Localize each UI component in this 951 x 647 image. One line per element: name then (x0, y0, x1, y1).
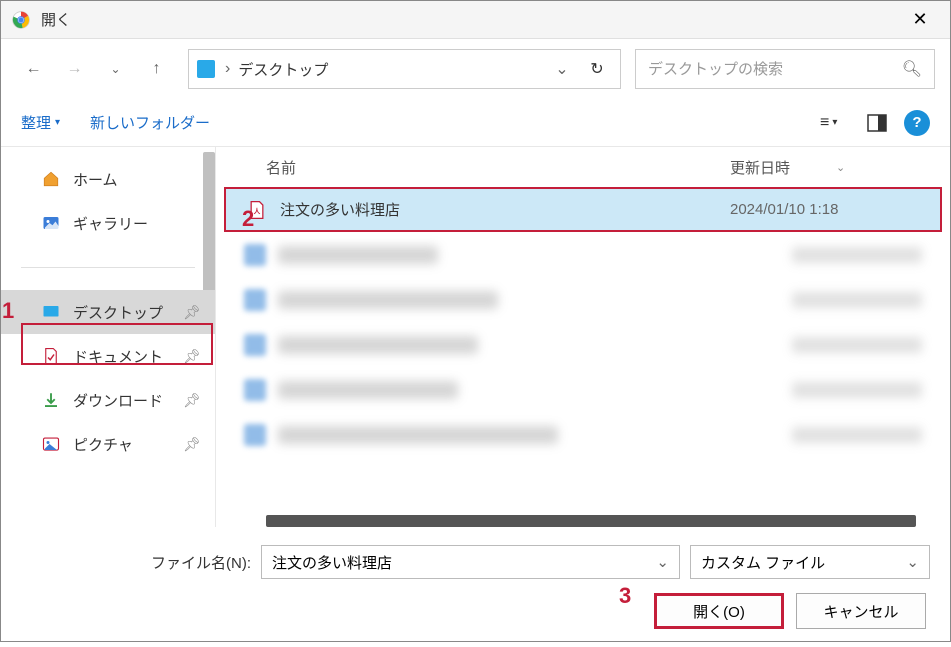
navigation-bar: ← → ⌄ ↑ › デスクトップ ⌄ ↻ 🔍︎ (1, 39, 950, 99)
sidebar-item-pictures[interactable]: ピクチャ 📌︎ (1, 422, 215, 466)
back-button[interactable]: ← (16, 52, 51, 87)
svg-text:人: 人 (254, 206, 261, 215)
pin-icon: 📌︎ (183, 348, 201, 365)
file-row-blurred (224, 322, 942, 367)
column-date-label: 更新日時 (730, 157, 790, 178)
up-button[interactable]: ↑ (139, 52, 174, 87)
horizontal-scrollbar[interactable] (266, 515, 916, 527)
gallery-icon (41, 213, 61, 233)
open-button[interactable]: 開く(O) (654, 593, 784, 629)
close-button[interactable]: ✕ (900, 1, 940, 39)
chrome-icon (11, 10, 31, 30)
home-icon (41, 169, 61, 189)
sidebar-item-desktop[interactable]: デスクトップ 📌︎ (1, 290, 215, 334)
file-name: 注文の多い料理店 (280, 199, 730, 220)
annotation-callout: 1 (2, 298, 14, 324)
toolbar: 整理 ▾ 新しいフォルダー ≡ ▾ ? (1, 99, 950, 147)
footer: ファイル名(N): 注文の多い料理店 ⌄ カスタム ファイル ⌄ 開く(O) キ… (1, 527, 950, 647)
desktop-icon (41, 302, 61, 322)
file-row-blurred (224, 367, 942, 412)
sidebar-item-documents[interactable]: ドキュメント 📌︎ (1, 334, 215, 378)
titlebar: 開く ✕ (1, 1, 950, 39)
breadcrumb-dropdown[interactable]: ⌄ (547, 59, 577, 79)
new-folder-label: 新しいフォルダー (90, 112, 210, 133)
pin-icon: 📌︎ (183, 392, 201, 409)
window-title: 開く (41, 9, 900, 30)
filetype-value: カスタム ファイル (701, 552, 825, 573)
sidebar-item-label: ピクチャ (73, 434, 133, 455)
pin-icon: 📌︎ (183, 304, 201, 321)
filename-label: ファイル名(N): (151, 552, 251, 573)
filetype-dropdown-icon[interactable]: ⌄ (906, 553, 919, 571)
new-folder-button[interactable]: 新しいフォルダー (90, 112, 210, 133)
sidebar-item-label: ギャラリー (73, 213, 148, 234)
sidebar: ホーム ギャラリー デスクトップ 📌︎ ドキュ (1, 147, 216, 527)
main-area: ホーム ギャラリー デスクトップ 📌︎ ドキュ (1, 147, 950, 527)
filename-value: 注文の多い料理店 (272, 552, 392, 573)
sidebar-item-downloads[interactable]: ダウンロード 📌︎ (1, 378, 215, 422)
file-row-blurred (224, 412, 942, 457)
forward-button[interactable]: → (57, 52, 92, 87)
file-row[interactable]: 人 注文の多い料理店 2024/01/10 1:18 (224, 187, 942, 232)
breadcrumb[interactable]: › デスクトップ ⌄ ↻ (188, 49, 621, 89)
refresh-button[interactable]: ↻ (582, 59, 612, 79)
annotation-callout: 2 (242, 206, 254, 232)
sidebar-item-label: ドキュメント (73, 346, 163, 367)
view-menu-button[interactable]: ≡ ▾ (820, 114, 850, 132)
button-row: 開く(O) キャンセル (21, 593, 930, 629)
download-icon (41, 390, 61, 410)
sidebar-item-home[interactable]: ホーム (1, 157, 215, 201)
file-area: 名前 更新日時 ⌄ 人 注文の多い料理店 2024/01/10 1:18 (216, 147, 950, 527)
file-row-blurred (224, 277, 942, 322)
recent-dropdown[interactable]: ⌄ (98, 52, 133, 87)
desktop-icon (197, 60, 215, 78)
filename-input[interactable]: 注文の多い料理店 ⌄ (261, 545, 680, 579)
breadcrumb-location: デスクトップ (238, 59, 547, 80)
cancel-button[interactable]: キャンセル (796, 593, 926, 629)
filename-row: ファイル名(N): 注文の多い料理店 ⌄ カスタム ファイル ⌄ (21, 545, 930, 579)
search-box[interactable]: 🔍︎ (635, 49, 935, 89)
organize-button[interactable]: 整理 ▾ (21, 112, 60, 133)
column-date[interactable]: 更新日時 ⌄ (730, 157, 930, 178)
sidebar-divider (21, 267, 195, 268)
sidebar-item-label: ダウンロード (73, 390, 163, 411)
file-list: 人 注文の多い料理店 2024/01/10 1:18 (216, 187, 950, 527)
picture-icon (41, 434, 61, 454)
search-input[interactable] (648, 61, 902, 78)
column-name[interactable]: 名前 (266, 157, 730, 178)
file-date: 2024/01/10 1:18 (730, 201, 920, 218)
organize-label: 整理 (21, 112, 51, 133)
sort-indicator-icon: ⌄ (836, 161, 845, 174)
sidebar-item-gallery[interactable]: ギャラリー (1, 201, 215, 245)
sidebar-item-label: ホーム (73, 169, 118, 190)
dropdown-icon: ▾ (55, 117, 60, 128)
help-button[interactable]: ? (904, 110, 930, 136)
pin-icon: 📌︎ (183, 436, 201, 453)
file-list-header: 名前 更新日時 ⌄ (216, 147, 950, 187)
preview-pane-button[interactable] (865, 111, 889, 135)
document-icon (41, 346, 61, 366)
sidebar-item-label: デスクトップ (73, 302, 163, 323)
annotation-callout: 3 (619, 583, 631, 609)
search-icon[interactable]: 🔍︎ (902, 59, 922, 79)
breadcrumb-separator: › (225, 60, 230, 78)
file-row-blurred (224, 232, 942, 277)
filetype-select[interactable]: カスタム ファイル ⌄ (690, 545, 930, 579)
filename-dropdown-icon[interactable]: ⌄ (656, 553, 669, 571)
